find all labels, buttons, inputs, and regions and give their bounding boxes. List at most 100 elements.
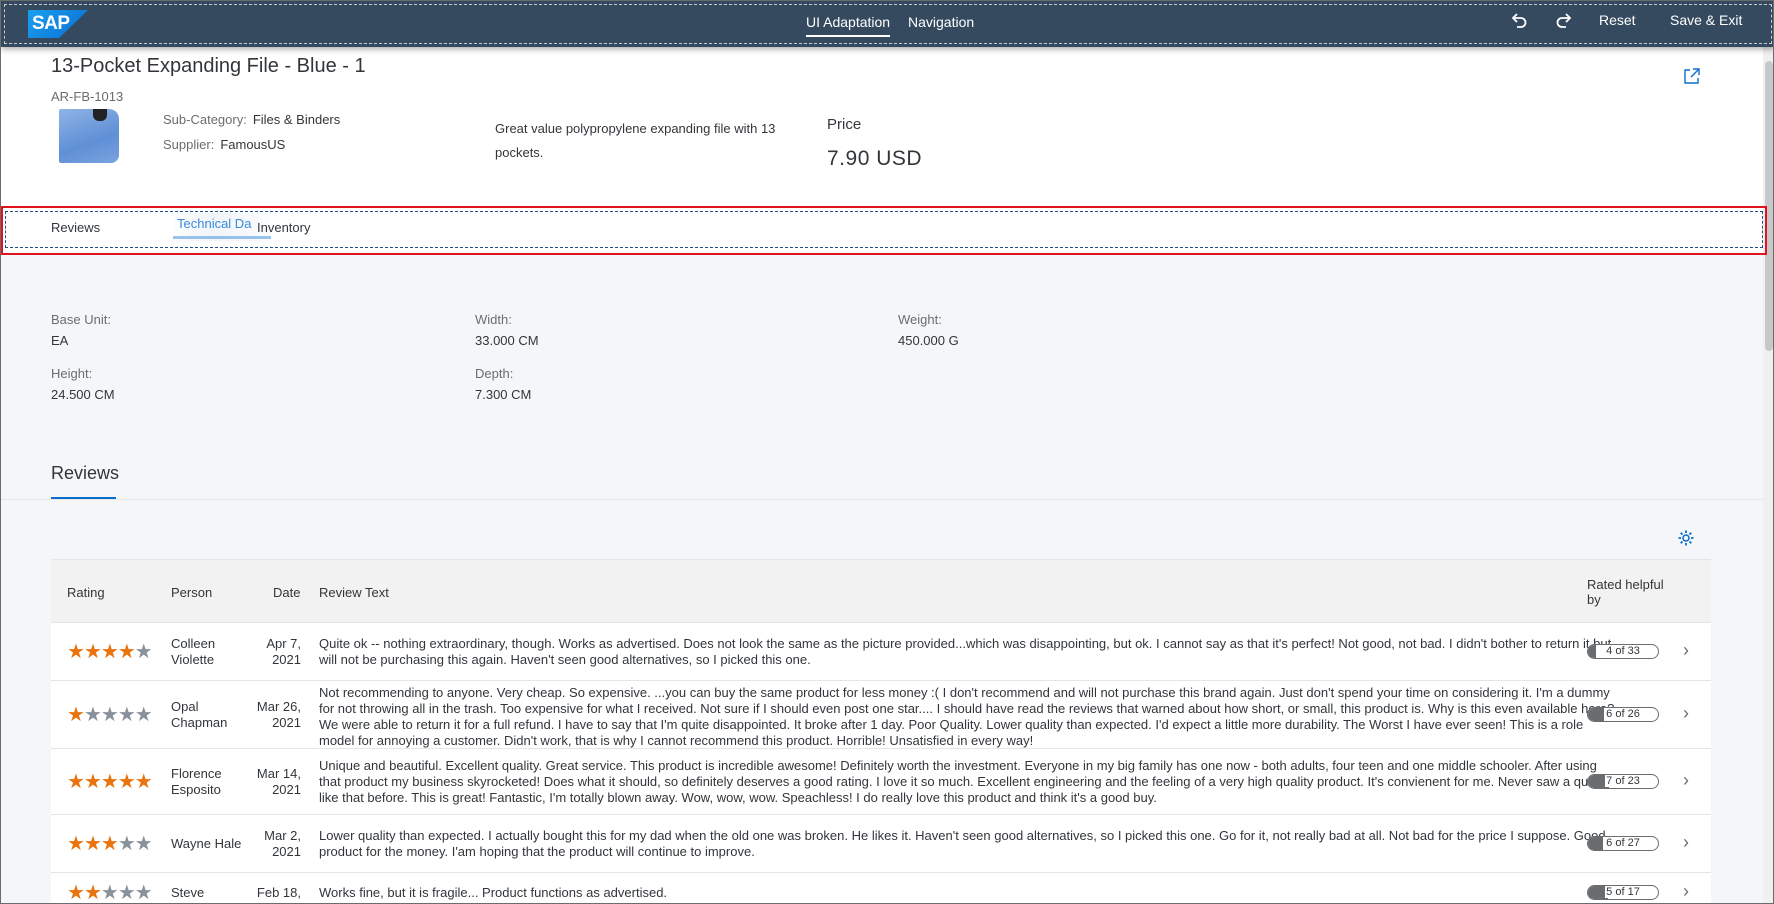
review-text: Quite ok -- nothing extraordinary, thoug… [319,636,1612,667]
table-row[interactable]: ★★★★★ Wayne Hale Mar 2, 2021 Lower quality … [51,815,1711,873]
col-date: Date [273,585,301,600]
col-helpful: Rated helpful by [1587,577,1664,607]
col-rating: Rating [67,585,105,600]
table-header: Rating Person Date Review Text Rated hel… [51,559,1711,623]
helpful-count: 5 of 17 [1605,886,1641,898]
adaptation-toolbar: SAP UI Adaptation Navigation Reset Save … [1,1,1773,47]
scrollbar[interactable] [1763,47,1773,903]
star-icon: ★ [100,704,119,726]
star-icon: ★ [100,641,119,663]
table-row[interactable]: ★★★★★ Opal Chapman Mar 26, 2021 Not recomme… [51,681,1711,749]
helpful-count: 6 of 27 [1605,837,1641,849]
star-icon: ★ [67,833,85,855]
star-icon: ★ [134,704,153,726]
star-icon: ★ [100,771,119,793]
section-divider [1,499,1763,500]
review-person: Wayne Hale [171,836,242,851]
table-settings-icon[interactable] [1677,529,1695,547]
helpful-progress-indicator: 5 of 17 [1587,885,1659,900]
helpful-progress-indicator: 4 of 33 [1587,644,1659,659]
height-value: 24.500 CM [51,387,115,402]
star-icon: ★ [117,833,136,855]
reviews-section-title: Reviews [51,463,120,483]
review-text: Unique and beautiful. Excellent quality.… [319,758,1612,805]
review-date: Feb 18, [256,885,301,900]
star-icon: ★ [100,833,119,855]
product-description: Great value polypropylene expanding file… [495,121,776,160]
helpful-progress-indicator: 7 of 23 [1587,774,1659,789]
star-icon: ★ [134,771,153,793]
table-row[interactable]: ★★★★★ Florence Esposito Mar 14, 2021 Unique… [51,749,1711,815]
col-review-text: Review Text [319,585,389,600]
reset-button[interactable]: Reset [1599,12,1636,28]
rating-stars: ★★★★★ [67,769,153,794]
star-icon: ★ [117,882,136,904]
star-icon: ★ [134,882,153,904]
chevron-right-icon[interactable]: › [1683,832,1689,853]
base-unit-label: Base Unit: [51,312,111,327]
col-person: Person [171,585,213,600]
review-text: Works fine, but it is fragile... Product… [319,885,668,900]
table-row[interactable]: ★★★★★ Steve Feb 18, Works fine, but it is f… [51,873,1711,904]
review-date: Mar 2, 2021 [264,828,301,859]
chevron-right-icon[interactable]: › [1683,881,1689,902]
price-label: Price [827,116,862,133]
price-value: 7.90 USD [827,147,923,170]
rating-stars: ★★★★★ [67,639,153,664]
star-icon: ★ [134,641,153,663]
chevron-right-icon[interactable]: › [1683,640,1689,661]
helpful-count: 6 of 26 [1605,708,1641,720]
undo-icon[interactable] [1505,9,1533,37]
star-icon: ★ [67,771,85,793]
helpful-count: 7 of 23 [1605,775,1641,787]
review-person: Florence Esposito [171,766,222,797]
review-date: Apr 7, 2021 [266,636,301,667]
review-date: Mar 14, 2021 [256,766,301,797]
scrollbar-thumb[interactable] [1765,61,1773,351]
redo-icon[interactable] [1550,9,1578,37]
review-person: Steve [171,885,205,900]
page-title: 13-Pocket Expanding File - Blue - 1 [51,55,366,77]
star-icon: ★ [67,641,85,663]
review-person: Opal Chapman [171,699,228,730]
review-person: Colleen Violette [171,636,216,667]
star-icon: ★ [67,882,85,904]
page-subtitle: AR-FB-1013 [51,89,124,104]
star-icon: ★ [134,833,153,855]
rating-stars: ★★★★★ [67,831,153,856]
review-date: Mar 26, 2021 [256,699,301,730]
depth-value: 7.300 CM [475,387,532,402]
weight-label: Weight: [898,312,942,327]
helpful-count: 4 of 33 [1605,645,1641,657]
star-icon: ★ [117,641,136,663]
tab-navigation[interactable]: Navigation [908,14,974,30]
share-icon[interactable] [1683,67,1701,85]
anchor-inventory[interactable]: Inventory [257,220,310,235]
rating-stars: ★★★★★ [67,702,153,727]
chevron-right-icon[interactable]: › [1683,703,1689,724]
star-icon: ★ [83,882,102,904]
object-header: 13-Pocket Expanding File - Blue - 1 AR-F… [1,47,1763,207]
tab-ui-adaptation[interactable]: UI Adaptation [806,14,891,37]
table-row[interactable]: ★★★★★ Colleen Violette Apr 7, 2021 Quite ok… [51,623,1711,681]
width-label: Width: [475,312,512,327]
star-icon: ★ [83,833,102,855]
star-icon: ★ [83,704,102,726]
rating-stars: ★★★★★ [67,880,153,904]
height-label: Height: [51,366,93,381]
chevron-right-icon[interactable]: › [1683,770,1689,791]
star-icon: ★ [83,641,102,663]
star-icon: ★ [117,704,136,726]
star-icon: ★ [100,882,119,904]
star-icon: ★ [67,704,85,726]
save-exit-button[interactable]: Save & Exit [1670,12,1742,28]
depth-label: Depth: [475,366,514,381]
weight-value: 450.000 G [898,333,959,348]
app-frame: SAP UI Adaptation Navigation Reset Save … [0,0,1774,904]
helpful-progress-indicator: 6 of 26 [1587,707,1659,722]
review-text: Not recommending to anyone. Very cheap. … [319,685,1615,748]
subcategory-field: Sub-Category: Files & Binders [163,112,341,127]
helpful-progress-indicator: 6 of 27 [1587,836,1659,851]
star-icon: ★ [117,771,136,793]
anchor-reviews[interactable]: Reviews [51,220,100,235]
